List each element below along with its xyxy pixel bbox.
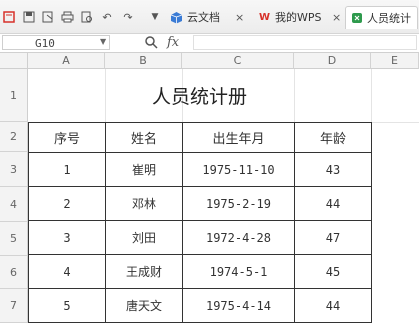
column-header-c[interactable]: C (182, 53, 294, 69)
cell-name[interactable]: 邓林 (105, 186, 183, 221)
cell-birth[interactable]: 1975-4-14 (182, 288, 295, 323)
column-header-b[interactable]: B (105, 53, 182, 69)
formula-bar: G10 ▼ fx (0, 34, 419, 53)
cell-no[interactable]: 5 (28, 288, 106, 323)
cell-age[interactable]: 47 (294, 220, 372, 255)
export-pdf-icon[interactable] (41, 10, 55, 24)
cell-name[interactable]: 王成财 (105, 254, 183, 289)
tab-label: 人员统计 (367, 12, 411, 25)
undo-icon[interactable]: ↶ (100, 10, 114, 24)
close-icon[interactable]: × (235, 11, 244, 24)
cell-name[interactable]: 唐天文 (105, 288, 183, 323)
cell-no[interactable]: 2 (28, 186, 106, 221)
header-cell[interactable]: 年龄 (294, 122, 372, 153)
cell-age[interactable]: 43 (294, 152, 372, 187)
cell-no[interactable]: 1 (28, 152, 106, 187)
row-header-4[interactable]: 4 (0, 187, 28, 222)
header-cell[interactable]: 序号 (28, 122, 106, 153)
zoom-icon[interactable] (144, 35, 158, 53)
table-row: 2 邓林 1975-2-19 44 (28, 186, 372, 221)
cloud-docs-icon (170, 11, 183, 24)
cell-birth[interactable]: 1975-2-19 (182, 186, 295, 221)
wps-logo-icon: W (258, 11, 271, 23)
cell-no[interactable]: 3 (28, 220, 106, 255)
row-header-1[interactable]: 1 (0, 69, 28, 122)
column-header-d[interactable]: D (294, 53, 371, 69)
table-row: 1 崔明 1975-11-10 43 (28, 152, 372, 187)
tab-label: 云文档 (187, 11, 220, 24)
redo-icon[interactable]: ↷ (121, 10, 135, 24)
header-cell[interactable]: 姓名 (105, 122, 183, 153)
personnel-table: 序号 姓名 出生年月 年龄 1 崔明 1975-11-10 43 2 邓林 19… (28, 122, 372, 323)
table-row: 4 王成财 1974-5-1 45 (28, 254, 372, 289)
cell-age[interactable]: 45 (294, 254, 372, 289)
chevron-down-icon[interactable]: ▼ (100, 37, 106, 46)
cell-age[interactable]: 44 (294, 186, 372, 221)
tab-personnel-stats[interactable]: 人员统计 (345, 6, 418, 29)
header-cell[interactable]: 出生年月 (182, 122, 295, 153)
cell-birth[interactable]: 1974-5-1 (182, 254, 295, 289)
row-header-7[interactable]: 7 (0, 289, 28, 323)
column-header-e[interactable]: E (371, 53, 419, 69)
row-header-6[interactable]: 6 (0, 256, 28, 289)
row-header-3[interactable]: 3 (0, 152, 28, 187)
formula-input[interactable] (193, 35, 417, 50)
table-row: 3 刘田 1972-4-28 47 (28, 220, 372, 255)
table-row: 5 唐天文 1975-4-14 44 (28, 288, 372, 323)
cell-age[interactable]: 44 (294, 288, 372, 323)
select-all-corner[interactable] (0, 53, 28, 69)
column-header-a[interactable]: A (28, 53, 105, 69)
cell-birth[interactable]: 1972-4-28 (182, 220, 295, 255)
row-header-5[interactable]: 5 (0, 222, 28, 256)
table-header-row: 序号 姓名 出生年月 年龄 (28, 122, 372, 153)
row-header-2[interactable]: 2 (0, 122, 28, 152)
cell-birth[interactable]: 1975-11-10 (182, 152, 295, 187)
tab-label: 我的WPS (275, 11, 322, 24)
insert-function-button[interactable]: fx (167, 35, 179, 50)
cell-no[interactable]: 4 (28, 254, 106, 289)
customize-dropdown-icon[interactable]: ▼ (148, 10, 162, 24)
sheet-title-cell[interactable]: 人员统计册 (28, 69, 371, 122)
close-icon[interactable]: × (332, 11, 341, 24)
name-box[interactable]: G10 (2, 35, 110, 50)
quick-access-toolbar: ↶ ↷ ▼ 云文档 × W 我的WPS × 人员统计 (0, 0, 419, 34)
tab-my-wps[interactable]: W 我的WPS (258, 6, 322, 28)
cell-name[interactable]: 崔明 (105, 152, 183, 187)
cell-name[interactable]: 刘田 (105, 220, 183, 255)
save-icon[interactable] (22, 10, 36, 24)
app-menu-icon[interactable] (2, 10, 16, 24)
tab-cloud-docs[interactable]: 云文档 (170, 6, 220, 28)
print-icon[interactable] (60, 10, 74, 24)
spreadsheet-icon (350, 12, 363, 25)
print-preview-icon[interactable] (80, 10, 94, 24)
